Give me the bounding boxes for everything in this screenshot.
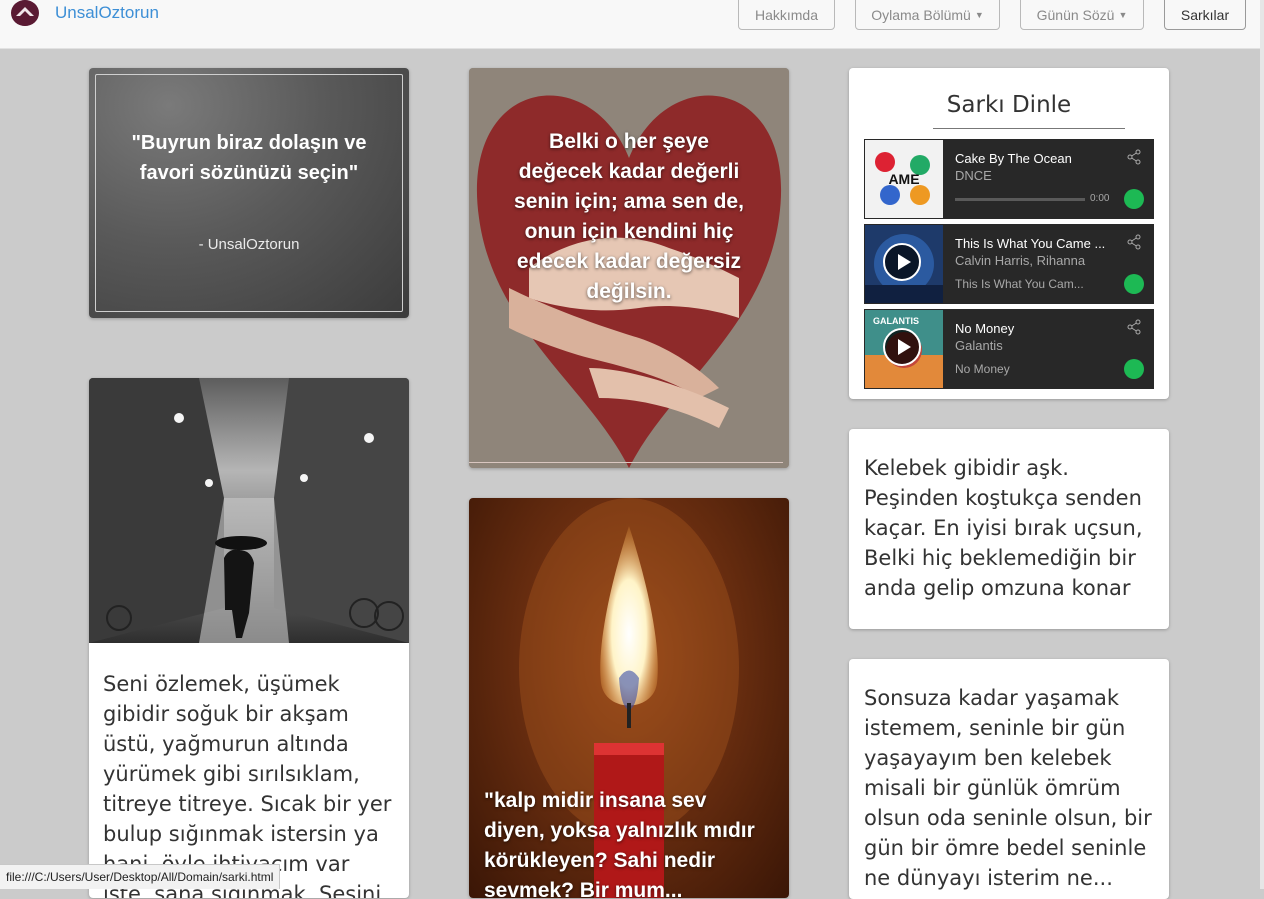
- intro-quote-text: "Buyrun biraz dolaşın ve favori sözünüzü…: [131, 132, 367, 184]
- card-inner-line: [469, 462, 783, 463]
- spotify-track[interactable]: GALANTIS No Money Galantis No Money: [864, 309, 1154, 389]
- nav-button-about[interactable]: Hakkımda: [738, 0, 835, 30]
- brand-link[interactable]: UnsalOztorun: [55, 3, 159, 23]
- track-title: No Money: [955, 321, 1015, 336]
- nav-dropdown-voting[interactable]: Oylama Bölümü ▼: [855, 0, 1000, 30]
- track-subtitle: No Money: [955, 362, 1010, 376]
- nav-button-songs[interactable]: Sarkılar: [1164, 0, 1246, 30]
- intro-quote-card[interactable]: "Buyrun biraz dolaşın ve favori sözünüzü…: [89, 68, 409, 318]
- spotify-icon[interactable]: [1124, 189, 1144, 209]
- play-icon[interactable]: [883, 243, 921, 281]
- share-icon[interactable]: [1126, 234, 1142, 250]
- butterfly-quote-card[interactable]: Kelebek gibidir aşk. Peşinden koştukça s…: [849, 429, 1169, 629]
- play-icon[interactable]: [883, 328, 921, 366]
- track-progress-bar[interactable]: [955, 198, 1085, 201]
- song-player-card: Sarkı Dinle AME Cake By The Ocean DNCE 0…: [849, 68, 1169, 399]
- nav-button-songs-label: Sarkılar: [1180, 7, 1230, 23]
- card-inner-border: [95, 74, 403, 312]
- candle-quote-card[interactable]: "kalp midir insana sev diyen, yoksa yaln…: [469, 498, 789, 898]
- status-url: file:///C:/Users/User/Desktop/All/Domain…: [6, 870, 274, 884]
- forever-quote-card[interactable]: Sonsuza kadar yaşamak istemem, seninle b…: [849, 659, 1169, 899]
- heart-quote-text: Belki o her şeye değecek kadar değerli s…: [514, 130, 744, 303]
- brand-logo-icon[interactable]: [11, 0, 39, 26]
- track-artist: DNCE: [955, 168, 992, 183]
- album-cover-image: AME: [865, 140, 943, 218]
- nav-button-about-label: Hakkımda: [754, 7, 819, 23]
- nav-dropdown-voting-label: Oylama Bölümü: [871, 7, 971, 23]
- track-artist: Calvin Harris, Rihanna: [955, 253, 1086, 268]
- nav-dropdown-quote-of-day-label: Günün Sözü: [1036, 7, 1115, 23]
- rainy-street-image: [89, 378, 409, 643]
- butterfly-quote-text: Kelebek gibidir aşk. Peşinden koştukça s…: [864, 456, 1143, 600]
- browser-status-bar: file:///C:/Users/User/Desktop/All/Domain…: [0, 864, 281, 889]
- svg-text:GALANTIS: GALANTIS: [873, 316, 919, 326]
- share-icon[interactable]: [1126, 149, 1142, 165]
- track-subtitle: This Is What You Cam...: [955, 277, 1084, 291]
- nav-dropdown-quote-of-day[interactable]: Günün Sözü ▼: [1020, 0, 1144, 30]
- track-time: 0:00: [1090, 193, 1110, 204]
- caret-down-icon: ▼: [1118, 10, 1128, 20]
- title-divider: [933, 128, 1125, 129]
- song-player-title: Sarkı Dinle: [946, 92, 1072, 118]
- spotify-icon[interactable]: [1124, 359, 1144, 379]
- scrollbar[interactable]: [1260, 0, 1264, 889]
- share-icon[interactable]: [1126, 319, 1142, 335]
- intro-quote-author: - UnsalOztorun: [198, 236, 300, 253]
- spotify-icon[interactable]: [1124, 274, 1144, 294]
- navbar: UnsalOztorun Hakkımda Oylama Bölümü ▼ Gün…: [0, 0, 1260, 49]
- track-title: Cake By The Ocean: [955, 151, 1072, 166]
- spotify-track[interactable]: AME Cake By The Ocean DNCE 0:00: [864, 139, 1154, 219]
- candle-quote-text: "kalp midir insana sev diyen, yoksa yaln…: [484, 789, 755, 898]
- caret-down-icon: ▼: [974, 10, 984, 20]
- forever-quote-text: Sonsuza kadar yaşamak istemem, seninle b…: [864, 686, 1152, 890]
- spotify-track[interactable]: This Is What You Came ... Calvin Harris,…: [864, 224, 1154, 304]
- svg-text:AME: AME: [888, 171, 919, 187]
- track-title: This Is What You Came ...: [955, 236, 1106, 251]
- rain-quote-card[interactable]: Seni özlemek, üşümek gibidir soğuk bir a…: [89, 378, 409, 898]
- heart-quote-card[interactable]: Belki o her şeye değecek kadar değerli s…: [469, 68, 789, 468]
- track-artist: Galantis: [955, 338, 1003, 353]
